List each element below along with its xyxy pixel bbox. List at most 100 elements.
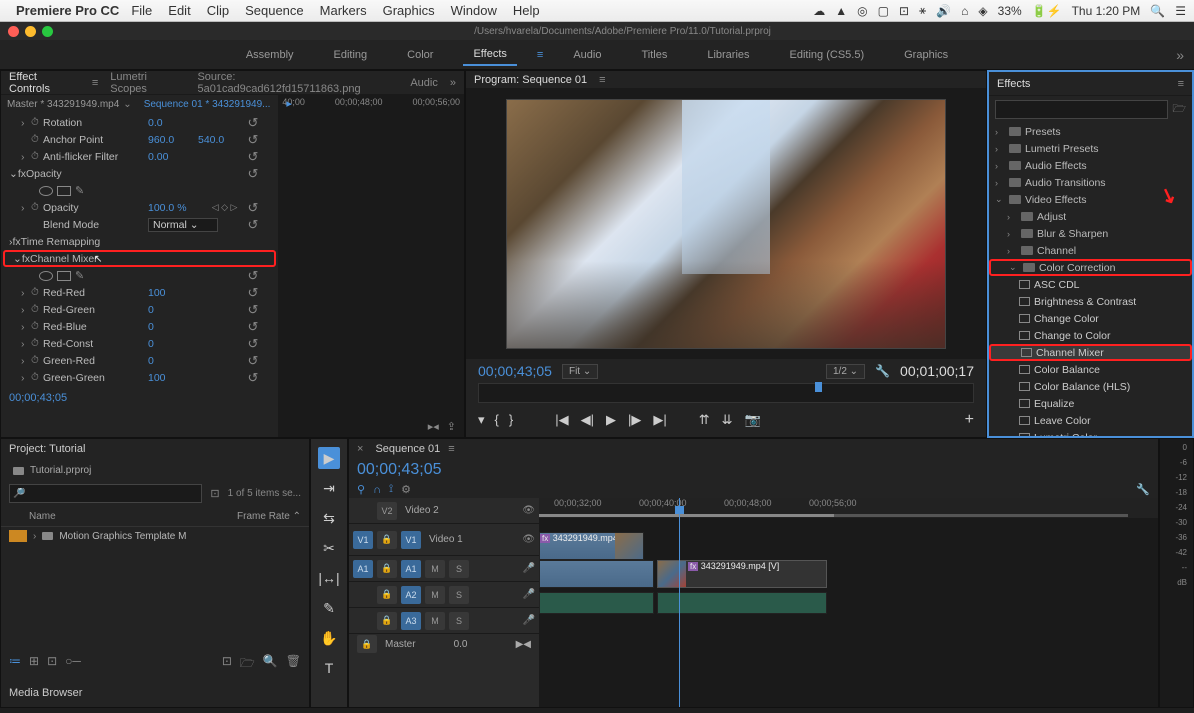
stopwatch-icon[interactable]: ⏱ xyxy=(31,304,43,315)
solo-button[interactable]: S xyxy=(449,560,469,578)
mute-button[interactable]: M xyxy=(425,612,445,630)
rotation-value[interactable]: 0.0 xyxy=(148,117,198,129)
menu-icon[interactable]: ☰ xyxy=(1175,4,1186,18)
app-name[interactable]: Premiere Pro CC xyxy=(16,3,119,18)
flicker-value[interactable]: 0.00 xyxy=(148,151,198,163)
keyframe-icon[interactable]: ▶◀ xyxy=(516,639,531,650)
column-name[interactable]: Name xyxy=(29,511,56,522)
chevron-right-icon[interactable]: › xyxy=(33,531,36,542)
stopwatch-icon[interactable]: ⏱ xyxy=(31,202,43,213)
menu-edit[interactable]: Edit xyxy=(168,3,190,18)
reset-icon[interactable]: ↺ xyxy=(247,200,258,216)
reset-icon[interactable]: ↺ xyxy=(247,285,258,301)
clip-v2[interactable]: fx 343291949.mp4 [V] xyxy=(539,532,644,560)
keyframe-nav[interactable]: ◁ ◇ ▷ xyxy=(212,202,238,213)
lock-icon[interactable]: 🔒 xyxy=(377,531,397,549)
project-title[interactable]: Project: Tutorial xyxy=(1,439,309,461)
tab-source[interactable]: Source: 5a01cad9cad612fd15711863.png xyxy=(197,71,398,95)
workspace-graphics[interactable]: Graphics xyxy=(894,45,958,65)
chevron-right-icon[interactable]: › xyxy=(21,304,31,316)
wifi-icon[interactable]: ⌂ xyxy=(961,4,968,18)
pen-mask-icon[interactable]: ✎ xyxy=(75,184,84,197)
wifi2-icon[interactable]: ◈ xyxy=(978,4,987,18)
in-point-icon[interactable]: { xyxy=(495,412,499,428)
a3-target[interactable]: A3 xyxy=(401,612,421,630)
selection-tool[interactable]: ▶ xyxy=(318,447,340,469)
project-search-input[interactable] xyxy=(9,484,202,503)
chevron-right-icon[interactable]: › xyxy=(21,338,31,350)
play-only-icon[interactable]: ▸◂ xyxy=(428,420,439,433)
tab-effect-controls[interactable]: Effect Controls xyxy=(9,71,80,95)
reset-icon[interactable]: ↺ xyxy=(247,319,258,335)
battery-icon[interactable]: 🔋⚡ xyxy=(1032,4,1062,18)
lock-icon[interactable]: 🔒 xyxy=(377,612,397,630)
sequence-clip[interactable]: Sequence 01 * 343291949... xyxy=(144,99,271,110)
lift-icon[interactable]: ⇈ xyxy=(699,412,710,428)
a1-source[interactable]: A1 xyxy=(353,560,373,578)
sequence-name[interactable]: Sequence 01 xyxy=(375,443,440,455)
program-timecode[interactable]: 00;00;43;05 xyxy=(478,363,552,379)
chevron-down-icon[interactable]: ⌄ xyxy=(9,168,18,180)
track-a2-header[interactable]: 🔒 A2 M S 🎤 xyxy=(349,582,539,608)
eye-icon[interactable]: 👁 xyxy=(522,534,535,545)
master-track[interactable]: 🔒 Master 0.0 ▶◀ xyxy=(349,634,539,654)
workspace-overflow-icon[interactable]: » xyxy=(1176,47,1184,63)
effects-search-input[interactable] xyxy=(995,100,1168,119)
out-point-icon[interactable]: } xyxy=(509,412,513,428)
stopwatch-icon[interactable]: ⏱ xyxy=(31,338,43,349)
effects-title[interactable]: Effects xyxy=(997,78,1030,90)
folder-blur[interactable]: ›Blur & Sharpen xyxy=(989,225,1192,242)
section-channelmixer[interactable]: Channel Mixer xyxy=(30,253,98,265)
chevron-right-icon[interactable]: › xyxy=(21,117,31,129)
filter-icon[interactable]: ⊡ xyxy=(210,487,219,500)
fit-dropdown[interactable]: Fit ⌄ xyxy=(562,364,598,379)
opacity-value[interactable]: 100.0 % xyxy=(148,202,198,214)
greenred-value[interactable]: 0 xyxy=(148,355,198,367)
wrench-icon[interactable]: 🔧 xyxy=(1136,483,1150,496)
track-a1-header[interactable]: A1 🔒 A1 M S 🎤 xyxy=(349,556,539,582)
v2-toggle[interactable]: V2 xyxy=(377,502,397,520)
zoom-slider[interactable]: ○─ xyxy=(65,654,81,675)
menu-file[interactable]: File xyxy=(131,3,152,18)
mic-icon[interactable]: 🎤 xyxy=(523,615,535,626)
overflow-icon[interactable]: » xyxy=(450,77,456,89)
mic-icon[interactable]: 🎤 xyxy=(523,563,535,574)
hand-tool[interactable]: ✋ xyxy=(318,627,340,649)
reset-icon[interactable]: ↺ xyxy=(247,166,258,182)
folder-audio-effects[interactable]: ›Audio Effects xyxy=(989,157,1192,174)
reset-icon[interactable]: ↺ xyxy=(247,268,258,284)
solo-button[interactable]: S xyxy=(449,586,469,604)
greengreen-value[interactable]: 100 xyxy=(148,372,198,384)
mic-icon[interactable]: 🎤 xyxy=(523,589,535,600)
search-icon[interactable]: 🔍 xyxy=(1150,4,1165,18)
workspace-libraries[interactable]: Libraries xyxy=(697,45,759,65)
display-icon[interactable]: ▢ xyxy=(878,4,889,18)
pen-mask-icon[interactable]: ✎ xyxy=(75,269,84,282)
slip-tool[interactable]: |↔| xyxy=(318,567,340,589)
ellipse-mask-icon[interactable] xyxy=(39,186,53,196)
cloud-icon[interactable]: ☁ xyxy=(813,4,825,18)
effect-color-balance-hls[interactable]: Color Balance (HLS) xyxy=(989,378,1192,395)
blend-dropdown[interactable]: Normal ⌄ xyxy=(148,218,218,232)
project-item[interactable]: › Motion Graphics Template M xyxy=(1,527,309,545)
pen-tool[interactable]: ✎ xyxy=(318,597,340,619)
reset-icon[interactable]: ↺ xyxy=(247,115,258,131)
new-item-icon[interactable]: ⊡ xyxy=(222,654,232,675)
close-window-button[interactable] xyxy=(8,26,19,37)
fx-badge[interactable]: fx xyxy=(22,253,30,265)
folder-presets[interactable]: ›Presets xyxy=(989,123,1192,140)
fx-badge[interactable]: fx xyxy=(18,168,26,180)
folder-channel[interactable]: ›Channel xyxy=(989,242,1192,259)
marker-tl-icon[interactable]: ⟟ xyxy=(389,483,393,496)
stopwatch-icon[interactable]: ⏱ xyxy=(31,355,43,366)
effect-channel-mixer[interactable]: Channel Mixer xyxy=(989,344,1192,361)
effect-change-to-color[interactable]: Change to Color xyxy=(989,327,1192,344)
chevron-right-icon[interactable]: › xyxy=(21,287,31,299)
go-to-out-icon[interactable]: ▶| xyxy=(653,412,666,428)
chevron-right-icon[interactable]: › xyxy=(21,202,31,214)
freeform-icon[interactable]: ⊡ xyxy=(47,654,57,675)
new-bin-icon[interactable]: 🗁 xyxy=(1172,100,1186,119)
timeline-playhead[interactable] xyxy=(679,498,680,707)
section-opacity[interactable]: Opacity xyxy=(26,168,62,180)
menu-window[interactable]: Window xyxy=(451,3,497,18)
